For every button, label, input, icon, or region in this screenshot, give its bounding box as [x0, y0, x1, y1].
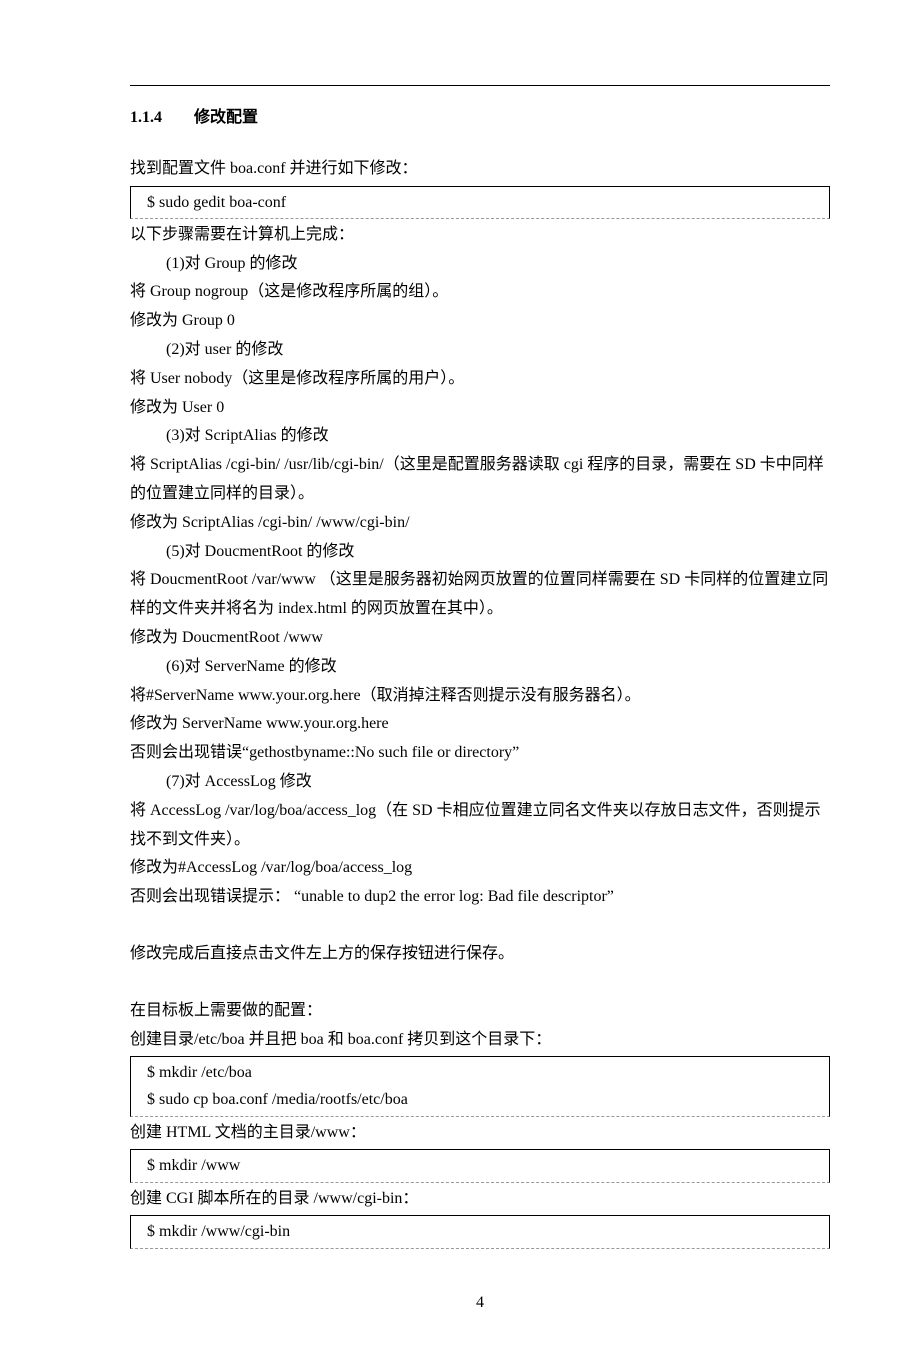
document-page: 1.1.4 修改配置 找到配置文件 boa.conf 并进行如下修改： $ su… — [0, 0, 920, 1357]
paragraph: 修改完成后直接点击文件左上方的保存按钮进行保存。 — [130, 940, 830, 969]
paragraph: 创建 HTML 文档的主目录/www： — [130, 1119, 830, 1148]
code-block: $ sudo gedit boa-conf — [130, 186, 830, 219]
page-number: 4 — [130, 1289, 830, 1318]
paragraph: 将 Group nogroup（这是修改程序所属的组）。 — [130, 278, 830, 307]
spacer — [130, 969, 830, 997]
list-item: (5)对 DoucmentRoot 的修改 — [130, 538, 830, 567]
top-rule — [130, 85, 830, 86]
paragraph: 创建 CGI 脚本所在的目录 /www/cgi-bin： — [130, 1185, 830, 1214]
paragraph: 将 AccessLog /var/log/boa/access_log（在 SD… — [130, 797, 830, 855]
code-block: $ mkdir /www/cgi-bin — [130, 1215, 830, 1248]
paragraph: 在目标板上需要做的配置： — [130, 997, 830, 1026]
code-block: $ mkdir /www — [130, 1149, 830, 1182]
paragraph: 将#ServerName www.your.org.here（取消掉注释否则提示… — [130, 682, 830, 711]
paragraph: 修改为 DoucmentRoot /www — [130, 624, 830, 653]
code-line: $ sudo cp boa.conf /media/rootfs/etc/boa — [147, 1086, 823, 1113]
paragraph: 否则会出现错误提示： “unable to dup2 the error log… — [130, 883, 830, 912]
heading-number: 1.1.4 — [130, 104, 190, 133]
list-item: (3)对 ScriptAlias 的修改 — [130, 422, 830, 451]
paragraph: 找到配置文件 boa.conf 并进行如下修改： — [130, 155, 830, 184]
list-item: (6)对 ServerName 的修改 — [130, 653, 830, 682]
paragraph: 修改为 Group 0 — [130, 307, 830, 336]
code-block: $ mkdir /etc/boa $ sudo cp boa.conf /med… — [130, 1056, 830, 1116]
paragraph: 修改为 User 0 — [130, 394, 830, 423]
paragraph: 将 User nobody（这里是修改程序所属的用户）。 — [130, 365, 830, 394]
list-item: (1)对 Group 的修改 — [130, 250, 830, 279]
section-heading: 1.1.4 修改配置 — [130, 104, 830, 133]
paragraph: 否则会出现错误“gethostbyname::No such file or d… — [130, 739, 830, 768]
paragraph: 以下步骤需要在计算机上完成： — [130, 221, 830, 250]
list-item: (2)对 user 的修改 — [130, 336, 830, 365]
paragraph: 创建目录/etc/boa 并且把 boa 和 boa.conf 拷贝到这个目录下… — [130, 1026, 830, 1055]
paragraph: 将 ScriptAlias /cgi-bin/ /usr/lib/cgi-bin… — [130, 451, 830, 509]
paragraph: 修改为#AccessLog /var/log/boa/access_log — [130, 854, 830, 883]
paragraph: 将 DoucmentRoot /var/www （这里是服务器初始网页放置的位置… — [130, 566, 830, 624]
spacer — [130, 912, 830, 940]
heading-title: 修改配置 — [194, 109, 258, 126]
list-item: (7)对 AccessLog 修改 — [130, 768, 830, 797]
code-line: $ mkdir /etc/boa — [147, 1059, 823, 1086]
paragraph: 修改为 ServerName www.your.org.here — [130, 710, 830, 739]
paragraph: 修改为 ScriptAlias /cgi-bin/ /www/cgi-bin/ — [130, 509, 830, 538]
